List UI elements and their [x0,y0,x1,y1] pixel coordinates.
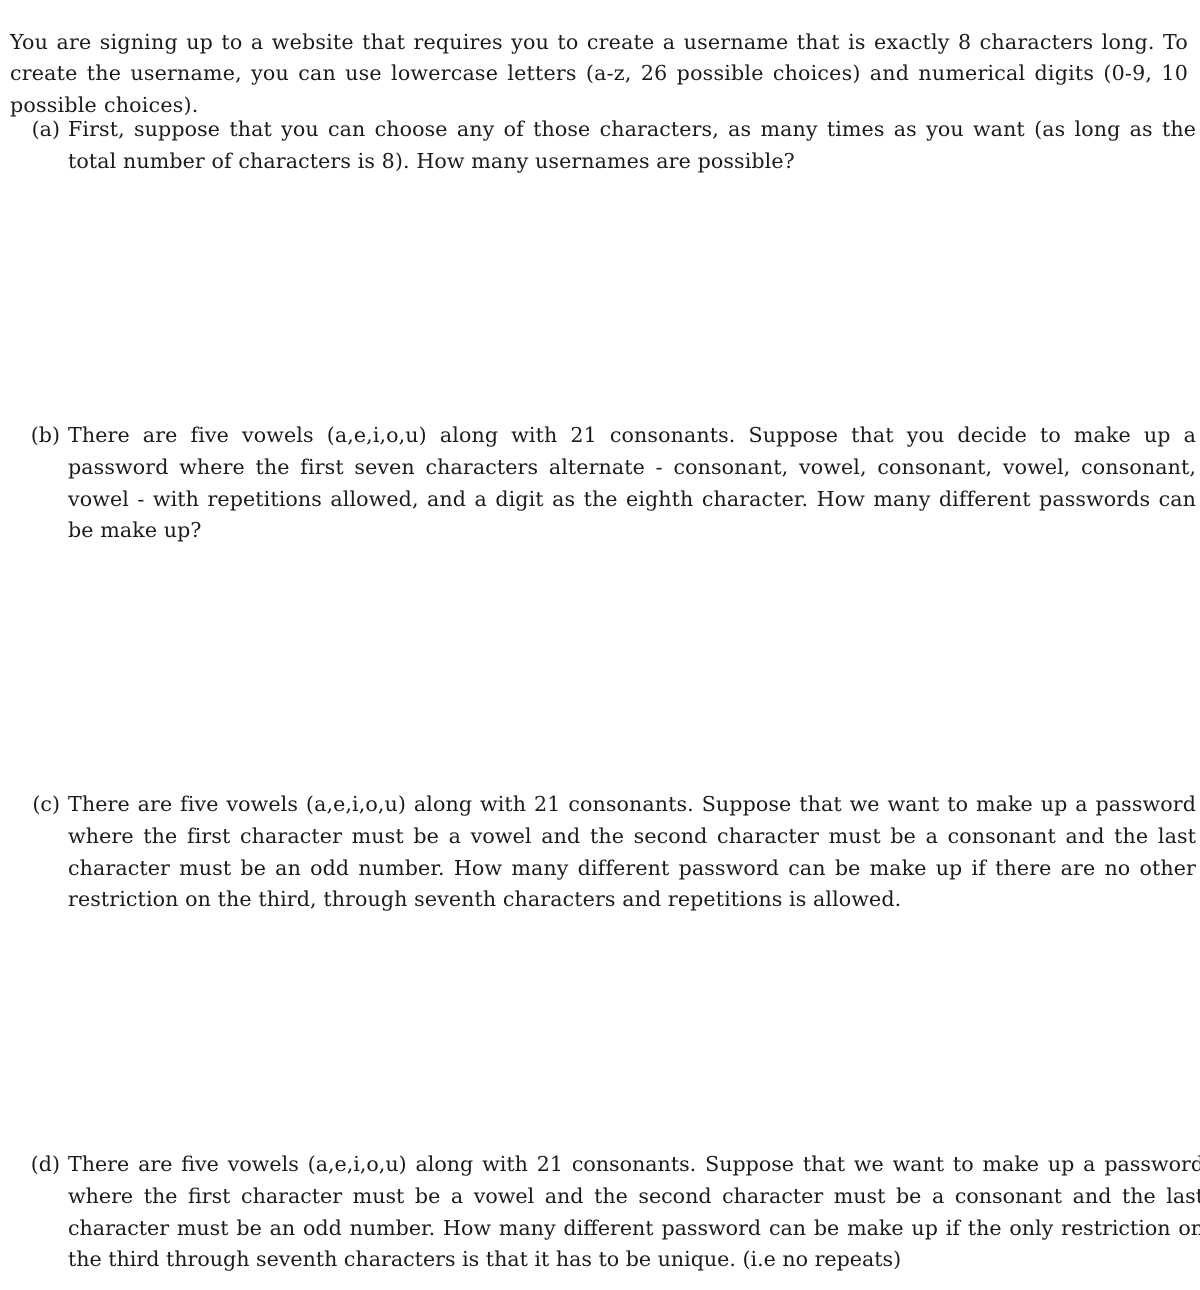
problem-text-a: First, suppose that you can choose any o… [68,117,1196,173]
intro-paragraph: You are signing up to a website that req… [10,29,1188,117]
problem-item-c: (c) There are five vowels (a,e,i,o,u) al… [10,789,1196,916]
problem-label-a: (a) [31,117,60,141]
problem-text-b: There are five vowels (a,e,i,o,u) along … [68,423,1196,543]
problem-label-d: (d) [30,1152,60,1176]
problem-label-c: (c) [32,792,60,816]
problem-label-b: (b) [30,423,60,447]
problem-item-b: (b) There are five vowels (a,e,i,o,u) al… [10,420,1196,547]
problem-text-d: There are five vowels (a,e,i,o,u) along … [68,1152,1200,1272]
problem-text-c: There are five vowels (a,e,i,o,u) along … [68,792,1196,912]
problem-item-d: (d) There are five vowels (a,e,i,o,u) al… [10,1149,1200,1276]
problem-item-a: (a) First, suppose that you can choose a… [10,114,1196,178]
worksheet-page: You are signing up to a website that req… [0,0,1200,1290]
